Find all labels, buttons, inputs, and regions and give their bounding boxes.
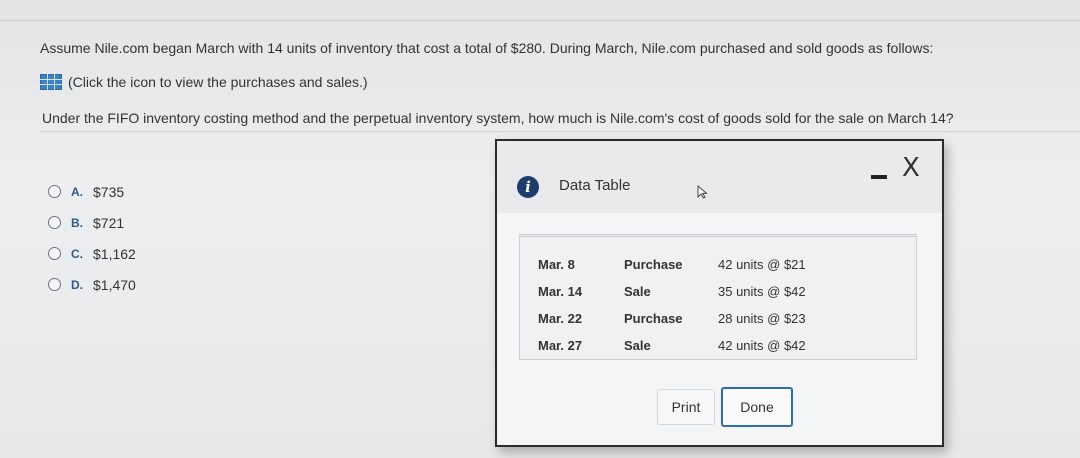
data-table: Mar. 8 Purchase 42 units @ $21 Mar. 14 S… xyxy=(519,234,917,360)
option-c[interactable]: C. $1,162 xyxy=(48,238,136,269)
option-letter: B. xyxy=(71,215,83,230)
option-value: $721 xyxy=(93,214,125,231)
print-button[interactable]: Print xyxy=(657,389,715,425)
option-letter: D. xyxy=(71,277,83,292)
question-text: Assume Nile.com began March with 14 unit… xyxy=(40,40,934,56)
table-row: Mar. 8 Purchase 42 units @ $21 xyxy=(538,251,838,278)
row-type: Sale xyxy=(624,338,651,353)
table-row: Mar. 22 Purchase 28 units @ $23 xyxy=(538,305,838,332)
option-a[interactable]: A. $735 xyxy=(48,176,136,207)
top-divider xyxy=(0,20,1080,21)
table-row: Mar. 27 Sale 42 units @ $42 xyxy=(538,332,838,359)
row-type: Purchase xyxy=(624,311,683,326)
option-value: $1,162 xyxy=(93,245,136,262)
answer-options: A. $735 B. $721 C. $1,162 D. $1,470 xyxy=(48,176,136,300)
radio-button[interactable] xyxy=(48,247,61,260)
radio-button[interactable] xyxy=(48,185,61,198)
row-quantity: 42 units @ $42 xyxy=(718,338,806,353)
row-type: Purchase xyxy=(624,257,683,272)
option-b[interactable]: B. $721 xyxy=(48,207,136,238)
done-button[interactable]: Done xyxy=(721,387,793,427)
option-value: $1,470 xyxy=(93,276,136,293)
row-date: Mar. 8 xyxy=(538,257,575,272)
option-letter: A. xyxy=(71,184,83,199)
row-quantity: 42 units @ $21 xyxy=(718,257,806,272)
row-quantity: 35 units @ $42 xyxy=(718,284,806,299)
row-date: Mar. 27 xyxy=(538,338,583,353)
row-type: Sale xyxy=(624,284,651,299)
question-divider xyxy=(40,131,1080,132)
grid-icon[interactable] xyxy=(40,74,62,90)
option-letter: C. xyxy=(71,246,83,261)
row-date: Mar. 14 xyxy=(538,284,583,299)
radio-button[interactable] xyxy=(48,278,61,291)
question-prompt: Under the FIFO inventory costing method … xyxy=(42,110,954,126)
transactions-table: Mar. 8 Purchase 42 units @ $21 Mar. 14 S… xyxy=(538,251,838,359)
row-date: Mar. 22 xyxy=(538,311,583,326)
dialog-title: Data Table xyxy=(559,177,631,194)
option-d[interactable]: D. $1,470 xyxy=(48,269,136,300)
radio-button[interactable] xyxy=(48,216,61,229)
data-table-dialog: i Data Table X Mar. 8 Purchase 42 units … xyxy=(495,139,944,447)
data-table-link[interactable]: (Click the icon to view the purchases an… xyxy=(40,74,368,90)
info-icon: i xyxy=(517,176,539,198)
option-value: $735 xyxy=(93,183,125,200)
close-button[interactable]: X xyxy=(902,153,920,183)
mouse-cursor-icon xyxy=(697,185,708,199)
row-quantity: 28 units @ $23 xyxy=(718,311,806,326)
data-table-link-label[interactable]: (Click the icon to view the purchases an… xyxy=(68,74,368,90)
table-row: Mar. 14 Sale 35 units @ $42 xyxy=(538,278,838,305)
minimize-button[interactable] xyxy=(871,171,887,179)
